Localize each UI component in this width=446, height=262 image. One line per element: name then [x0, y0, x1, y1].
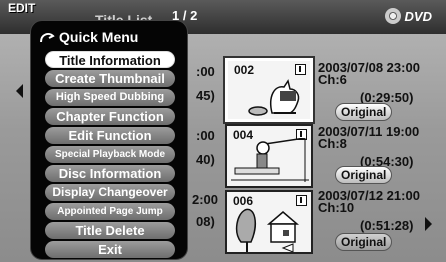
menu-item-disc-information[interactable]: Disc Information — [45, 165, 175, 182]
menu-item-appointed-page-jump[interactable]: Appointed Page Jump — [45, 203, 175, 220]
title-3-duration-fragment: 08) — [196, 214, 215, 229]
disc-icon — [384, 8, 401, 24]
device-label: DVD — [404, 8, 432, 24]
title-3-original-badge: Original — [335, 233, 393, 251]
title-3-info: 2003/07/12 21:00 Ch:10 (0:51:28) — [318, 189, 420, 232]
title-3-time-fragment: 2:00 — [192, 192, 219, 207]
title-3-channel: Ch:10 — [318, 200, 355, 215]
quick-menu-panel: Quick Menu Title Information Create Thum… — [30, 20, 188, 260]
quick-menu-header: Quick Menu — [39, 29, 138, 45]
lock-icon — [295, 64, 306, 75]
menu-item-title-information[interactable]: Title Information — [45, 51, 175, 68]
title-1-time-fragment: :00 — [196, 64, 215, 79]
quick-menu-title: Quick Menu — [59, 29, 139, 45]
previous-page-arrow-icon[interactable] — [16, 84, 23, 98]
cat-illustration-icon — [248, 79, 300, 116]
title-3-duration: (0:51:28) — [360, 218, 414, 233]
title-1-thumbnail[interactable]: 002 — [223, 56, 315, 124]
title-2-duration-fragment: 40) — [196, 152, 215, 167]
house-tree-illustration-icon — [235, 208, 300, 252]
next-page-arrow-icon[interactable] — [425, 217, 432, 231]
title-1-original-badge: Original — [335, 103, 393, 121]
menu-item-title-delete[interactable]: Title Delete — [45, 222, 175, 239]
menu-item-high-speed-dubbing[interactable]: High Speed Dubbing — [45, 89, 175, 106]
fishing-illustration-icon — [231, 138, 309, 182]
title-2-original-badge: Original — [335, 166, 393, 184]
title-2-info: 2003/07/11 19:00 Ch:8 (0:54:30) — [318, 125, 419, 168]
menu-item-special-playback-mode[interactable]: Special Playback Mode — [45, 146, 175, 163]
menu-item-chapter-function[interactable]: Chapter Function — [45, 108, 175, 125]
menu-item-edit-function[interactable]: Edit Function — [45, 127, 175, 144]
title-1-channel: Ch:6 — [318, 72, 347, 87]
menu-item-exit[interactable]: Exit — [45, 241, 175, 258]
quick-menu-icon — [40, 33, 55, 43]
menu-item-display-changeover[interactable]: Display Changeover — [45, 184, 175, 201]
title-1-number: 002 — [234, 63, 255, 77]
title-3-thumbnail[interactable]: 006 — [225, 190, 313, 254]
title-2-thumbnail[interactable]: 004 — [225, 124, 313, 188]
title-2-channel: Ch:8 — [318, 136, 347, 151]
edit-logo-text: EDIT — [8, 1, 36, 15]
title-1-duration-fragment: 45) — [196, 88, 215, 103]
title-2-time-fragment: :00 — [196, 128, 215, 143]
title-1-info: 2003/07/08 23:00 Ch:6 (0:29:50) — [318, 61, 420, 104]
dvd-badge: DVD — [384, 8, 432, 24]
menu-item-create-thumbnail[interactable]: Create Thumbnail — [45, 70, 175, 87]
title-list-screen: EDIT Title List 1 / 2 DVD :00 45) 002 20… — [0, 0, 446, 262]
